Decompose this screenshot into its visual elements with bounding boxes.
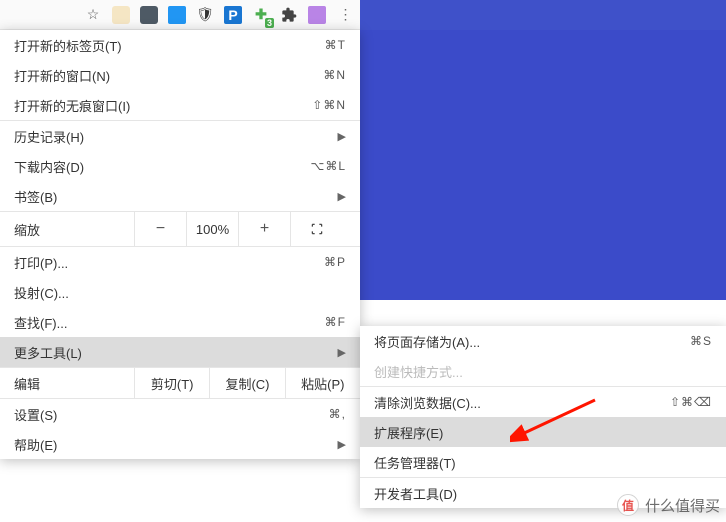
- edit-paste-button[interactable]: 粘贴(P): [285, 368, 360, 398]
- chevron-right-icon: ▶: [338, 438, 346, 451]
- menu-label: 任务管理器(T): [374, 453, 712, 472]
- extension-icon-3[interactable]: [168, 6, 186, 24]
- page-background: [360, 0, 726, 300]
- menu-history[interactable]: 历史记录(H) ▶: [0, 121, 360, 151]
- menu-label: 设置(S): [14, 405, 329, 424]
- browser-menu: 打开新的标签页(T) ⌘T 打开新的窗口(N) ⌘N 打开新的无痕窗口(I) ⇧…: [0, 30, 360, 459]
- extension-icon-1[interactable]: [112, 6, 130, 24]
- menu-zoom-row: 缩放 − 100% +: [0, 212, 360, 246]
- extensions-puzzle-icon[interactable]: [280, 6, 298, 24]
- more-tools-submenu: 将页面存储为(A)... ⌘S 创建快捷方式... 清除浏览数据(C)... ⇧…: [360, 326, 726, 508]
- extension-icon-2[interactable]: [140, 6, 158, 24]
- menu-shortcut: ⌘P: [324, 255, 346, 269]
- menu-label: 扩展程序(E): [374, 423, 712, 442]
- menu-label: 清除浏览数据(C)...: [374, 393, 670, 412]
- menu-label: 打开新的标签页(T): [14, 36, 325, 55]
- menu-help[interactable]: 帮助(E) ▶: [0, 429, 360, 459]
- browser-toolbar: ☆ 🛡 P ✚3 ⋮: [0, 0, 360, 30]
- zoom-label: 缩放: [14, 220, 134, 239]
- menu-settings[interactable]: 设置(S) ⌘,: [0, 399, 360, 429]
- menu-shortcut: ⇧⌘N: [312, 98, 346, 112]
- menu-label: 打开新的无痕窗口(I): [14, 96, 312, 115]
- fullscreen-button[interactable]: [290, 212, 342, 246]
- chevron-right-icon: ▶: [338, 130, 346, 143]
- overflow-menu-icon[interactable]: ⋮: [336, 6, 354, 24]
- submenu-save-page[interactable]: 将页面存储为(A)... ⌘S: [360, 326, 726, 356]
- submenu-create-shortcut: 创建快捷方式...: [360, 356, 726, 386]
- menu-label: 历史记录(H): [14, 127, 338, 146]
- menu-bookmarks[interactable]: 书签(B) ▶: [0, 181, 360, 211]
- menu-cast[interactable]: 投射(C)...: [0, 277, 360, 307]
- menu-shortcut: ⇧⌘⌫: [670, 395, 712, 409]
- menu-shortcut: ⌘N: [323, 68, 346, 82]
- submenu-clear-data[interactable]: 清除浏览数据(C)... ⇧⌘⌫: [360, 387, 726, 417]
- chevron-right-icon: ▶: [338, 346, 346, 359]
- menu-more-tools[interactable]: 更多工具(L) ▶: [0, 337, 360, 367]
- extension-badge: 3: [265, 18, 274, 28]
- menu-print[interactable]: 打印(P)... ⌘P: [0, 247, 360, 277]
- menu-label: 帮助(E): [14, 435, 338, 454]
- watermark-icon: 值: [617, 494, 639, 516]
- menu-shortcut: ⌘T: [325, 38, 346, 52]
- submenu-extensions[interactable]: 扩展程序(E): [360, 417, 726, 447]
- menu-new-window[interactable]: 打开新的窗口(N) ⌘N: [0, 60, 360, 90]
- zoom-in-button[interactable]: +: [238, 212, 290, 246]
- chevron-right-icon: ▶: [338, 190, 346, 203]
- menu-label: 书签(B): [14, 187, 338, 206]
- extension-shield-icon[interactable]: 🛡: [196, 6, 214, 24]
- menu-label: 打开新的窗口(N): [14, 66, 323, 85]
- zoom-out-button[interactable]: −: [134, 212, 186, 246]
- menu-label: 查找(F)...: [14, 313, 325, 332]
- menu-find[interactable]: 查找(F)... ⌘F: [0, 307, 360, 337]
- watermark: 值 什么值得买: [617, 494, 720, 516]
- edit-copy-button[interactable]: 复制(C): [209, 368, 284, 398]
- menu-downloads[interactable]: 下载内容(D) ⌥⌘L: [0, 151, 360, 181]
- zoom-value: 100%: [186, 212, 238, 246]
- menu-shortcut: ⌘F: [325, 315, 346, 329]
- extension-green-icon[interactable]: ✚3: [252, 6, 270, 24]
- extension-purple-icon[interactable]: [308, 6, 326, 24]
- menu-shortcut: ⌘S: [690, 334, 712, 348]
- menu-new-tab[interactable]: 打开新的标签页(T) ⌘T: [0, 30, 360, 60]
- menu-label: 投射(C)...: [14, 283, 346, 302]
- menu-label: 打印(P)...: [14, 253, 324, 272]
- menu-label: 创建快捷方式...: [374, 362, 712, 381]
- watermark-text: 什么值得买: [645, 495, 720, 516]
- edit-cut-button[interactable]: 剪切(T): [134, 368, 209, 398]
- submenu-task-manager[interactable]: 任务管理器(T): [360, 447, 726, 477]
- bookmark-star-icon[interactable]: ☆: [84, 6, 102, 24]
- menu-label: 将页面存储为(A)...: [374, 332, 690, 351]
- menu-shortcut: ⌘,: [329, 407, 346, 421]
- menu-label: 更多工具(L): [14, 343, 338, 362]
- extension-p-icon[interactable]: P: [224, 6, 242, 24]
- menu-edit-row: 编辑 剪切(T) 复制(C) 粘贴(P): [0, 368, 360, 398]
- edit-label: 编辑: [14, 374, 134, 393]
- menu-label: 下载内容(D): [14, 157, 310, 176]
- menu-incognito[interactable]: 打开新的无痕窗口(I) ⇧⌘N: [0, 90, 360, 120]
- menu-shortcut: ⌥⌘L: [310, 159, 346, 173]
